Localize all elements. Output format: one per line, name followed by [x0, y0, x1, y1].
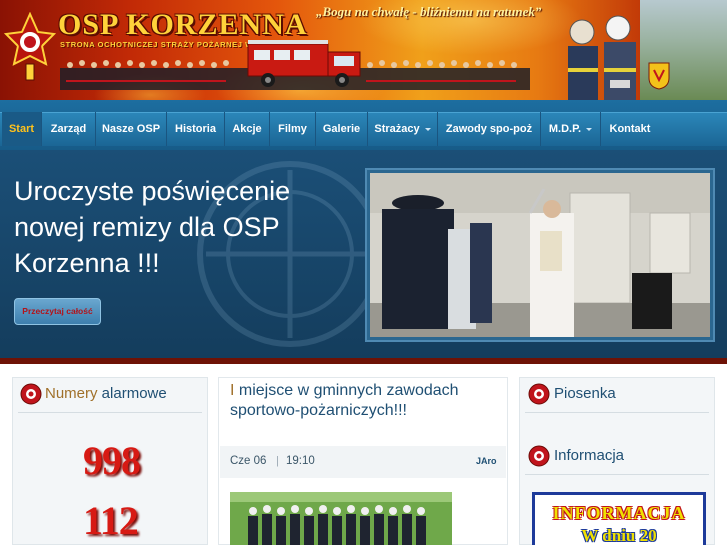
info-banner-heading: INFORMACJA — [552, 503, 686, 523]
site-title[interactable]: OSP KORZENNA — [58, 8, 308, 42]
info-box-title: Informacja — [554, 447, 625, 464]
song-box-title: Piosenka — [554, 385, 616, 402]
article-team-photo[interactable] — [230, 492, 452, 545]
article-date: Cze 06 — [230, 455, 267, 467]
nav-item-zawody[interactable]: Zawody spo-poż — [438, 112, 541, 146]
nav-item-strazacy[interactable]: Strażacy — [368, 112, 438, 146]
coat-of-arms-icon — [648, 62, 670, 90]
fire-emblem-icon — [20, 383, 42, 405]
article-time: 19:10 — [286, 455, 315, 467]
fire-emblem-icon — [528, 445, 550, 467]
information-banner[interactable]: INFORMACJA W dniu 20 — [532, 492, 706, 545]
nav-item-nasze-osp[interactable]: Nasze OSP — [96, 112, 167, 146]
nav-item-kontakt[interactable]: Kontakt — [601, 112, 659, 146]
motto-text: „Bogu na chwałę - bliźniemu na ratunek” — [316, 4, 542, 19]
consecration-photo[interactable] — [370, 173, 710, 337]
emergency-number-112: 112 — [83, 498, 139, 543]
nav-item-zarzad[interactable]: Zarząd — [42, 112, 96, 146]
fire-emblem-icon — [528, 383, 550, 405]
site-header: OSP KORZENNA STRONA OCHOTNICZEJ STRAŻY P… — [0, 0, 727, 100]
nav-item-start[interactable]: Start — [2, 112, 42, 146]
article-author[interactable]: JAro — [476, 456, 497, 466]
fire-brigade-emblem-icon — [4, 12, 56, 81]
fire-truck-image — [247, 40, 361, 87]
nav-item-akcje[interactable]: Akcje — [225, 112, 270, 146]
divider — [525, 474, 709, 475]
nav-item-mdp[interactable]: M.D.P. — [541, 112, 601, 146]
dropdown-arrow-icon — [424, 127, 431, 131]
emergency-numbers-title: Numery alarmowe — [45, 385, 167, 402]
nav-item-filmy[interactable]: Filmy — [270, 112, 316, 146]
meta-separator: | — [276, 455, 279, 467]
nav-item-historia[interactable]: Historia — [167, 112, 225, 146]
firefighter-portrait-image — [568, 15, 636, 100]
divider — [18, 412, 202, 413]
nav-item-galerie[interactable]: Galerie — [316, 112, 368, 146]
info-banner-text: W dniu 20 — [581, 526, 657, 545]
divider — [525, 412, 709, 413]
slide-headline[interactable]: Uroczyste poświęcenie nowej remizy dla O… — [14, 173, 354, 281]
article-title[interactable]: I miejsce w gminnych zawodach sportowo-p… — [230, 381, 500, 421]
emergency-number-998: 998 — [83, 438, 141, 483]
dropdown-arrow-icon — [586, 127, 593, 131]
read-more-button[interactable]: Przeczytaj całość — [14, 298, 101, 325]
